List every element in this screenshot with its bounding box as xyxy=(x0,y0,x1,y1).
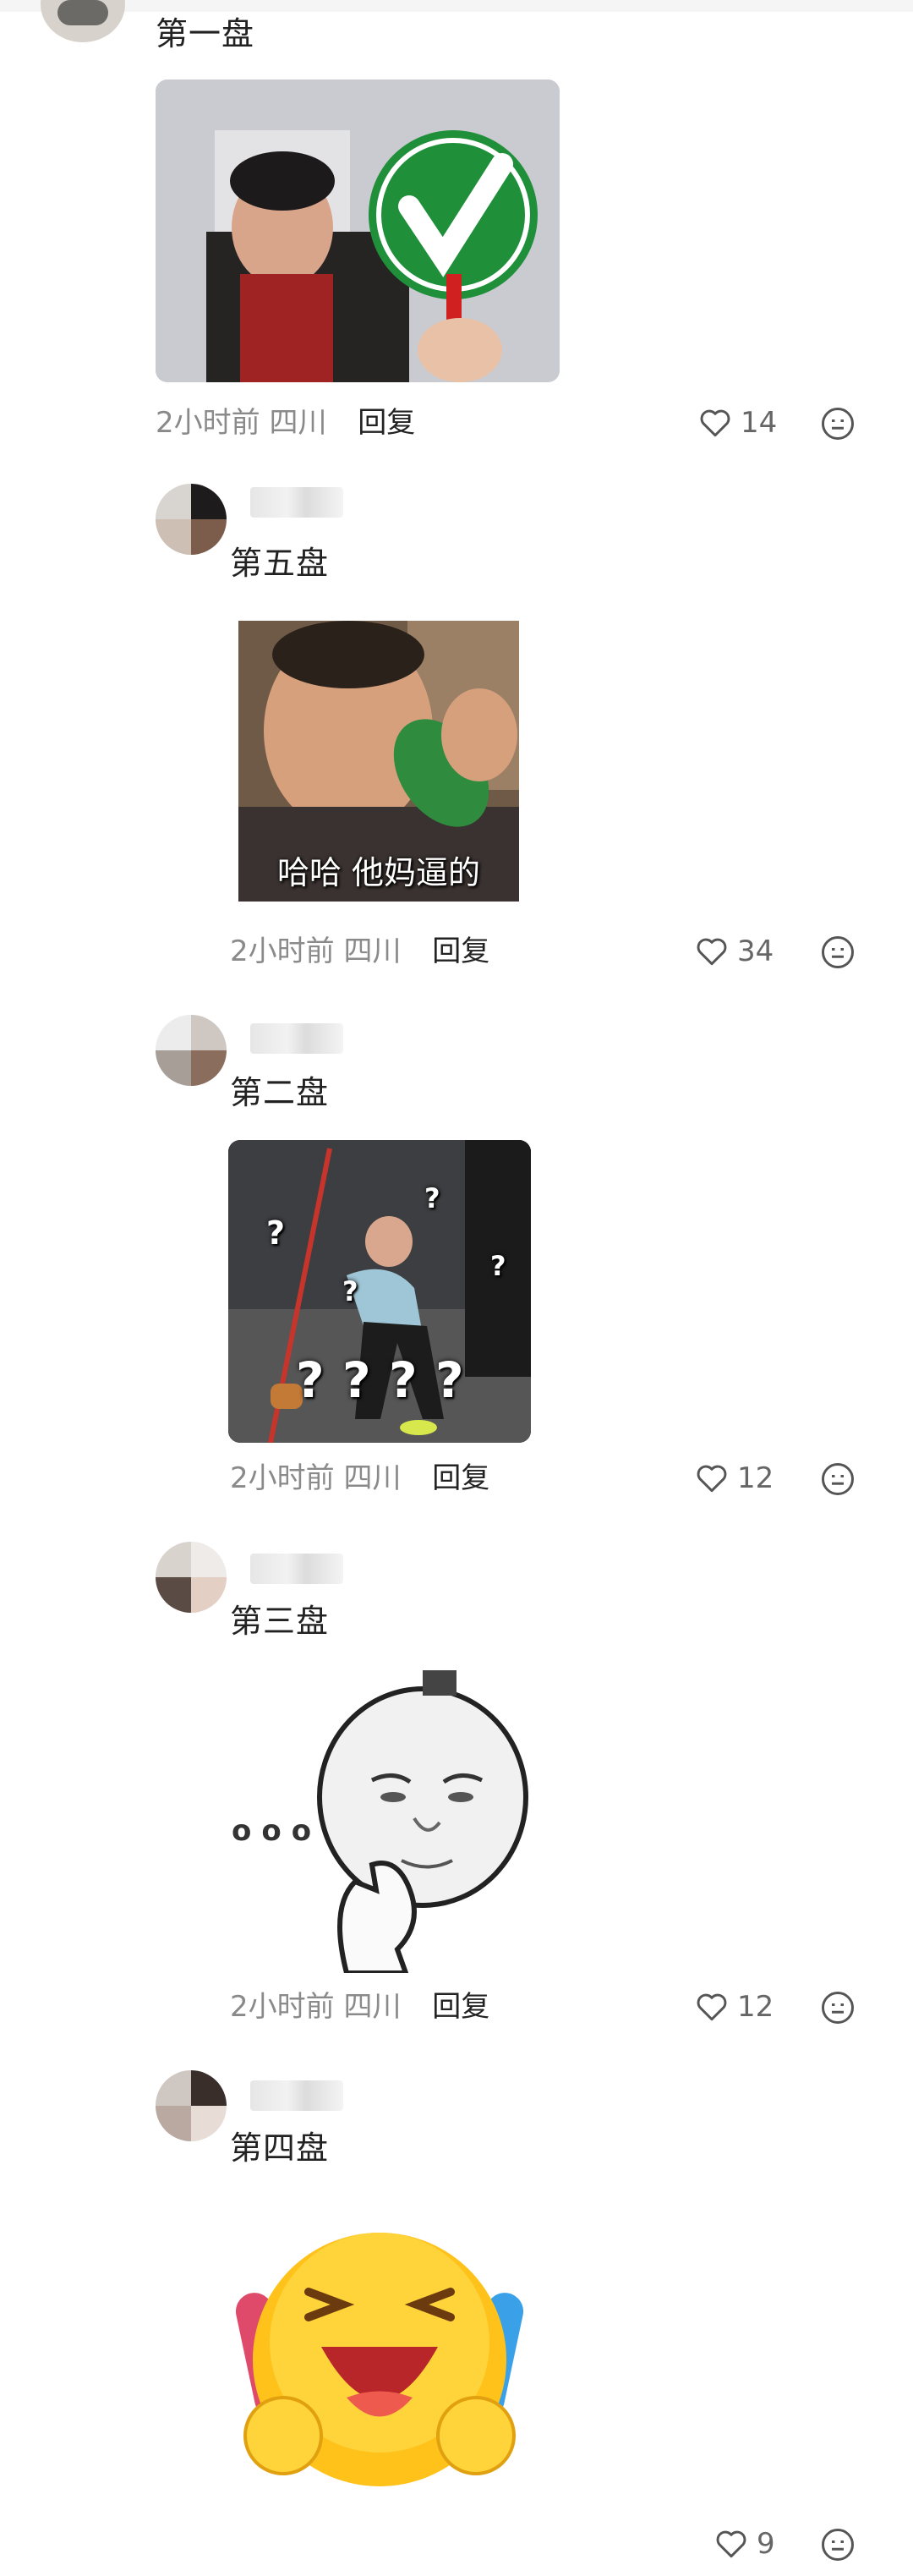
comment-4: 第三盘 ooo 2小时前 四川 回复 12 xyxy=(0,1535,913,2064)
comment-meta: 2小时前 四川 回复 xyxy=(230,934,489,968)
avatar[interactable] xyxy=(41,0,125,42)
comment-3: 第二盘 ? ? ? ? ? ? ? ? 2小时前 四川 回复 12 xyxy=(0,1006,913,1535)
comment-image[interactable] xyxy=(228,2199,531,2502)
like-count: 14 xyxy=(741,406,778,440)
reply-button[interactable]: 回复 xyxy=(432,1461,489,1495)
location-label: 四川 xyxy=(269,406,327,440)
comment-image[interactable]: ? ? ? ? ? ? ? ? xyxy=(228,1140,531,1443)
reply-button[interactable]: 回复 xyxy=(432,934,489,968)
face-menu-icon[interactable] xyxy=(820,2527,856,2562)
comment-2: 第五盘 哈哈 他妈逼的 2小时前 四川 回复 34 xyxy=(0,474,913,1006)
comment-text: 第五盘 xyxy=(230,545,330,582)
question-mark: ? xyxy=(435,1351,464,1409)
reply-button[interactable]: 回复 xyxy=(432,1990,489,2024)
face-menu-icon[interactable] xyxy=(820,934,856,970)
heart-outline-icon xyxy=(697,1465,727,1493)
comment-image[interactable]: 哈哈 他妈逼的 xyxy=(238,621,519,902)
comment-text: 第一盘 xyxy=(156,15,255,52)
username-blurred[interactable] xyxy=(250,1554,343,1584)
comment-meta: 2小时前 四川 回复 xyxy=(230,1461,489,1495)
face-menu-icon[interactable] xyxy=(820,406,856,441)
location-label: 四川 xyxy=(343,934,402,968)
location-label: 四川 xyxy=(343,1990,402,2024)
comment-text: 第三盘 xyxy=(230,1603,330,1640)
like-button[interactable]: 9 xyxy=(714,2527,775,2561)
question-mark: ? xyxy=(342,1351,371,1409)
question-mark: ? xyxy=(266,1214,286,1252)
like-button[interactable]: 12 xyxy=(695,1990,774,2024)
username-blurred[interactable] xyxy=(250,1023,343,1054)
face-menu-icon[interactable] xyxy=(820,1461,856,1497)
question-mark: ? xyxy=(424,1182,440,1214)
face-menu-icon[interactable] xyxy=(820,1990,856,2025)
question-mark: ? xyxy=(342,1275,358,1307)
heart-outline-icon xyxy=(716,2530,746,2558)
like-count: 12 xyxy=(737,1461,774,1495)
like-count: 9 xyxy=(757,2527,775,2561)
question-mark: ? xyxy=(389,1351,418,1409)
comment-text: 第四盘 xyxy=(230,2129,330,2167)
avatar[interactable] xyxy=(156,1542,227,1613)
avatar[interactable] xyxy=(156,2070,227,2141)
question-mark: ? xyxy=(296,1351,325,1409)
heart-outline-icon xyxy=(697,938,727,966)
question-mark: ? xyxy=(490,1250,506,1282)
time-label: 2小时前 xyxy=(156,406,260,440)
heart-outline-icon xyxy=(697,1993,727,2021)
avatar[interactable] xyxy=(156,484,227,555)
time-label: 2小时前 xyxy=(230,1461,335,1495)
image-caption: 哈哈 他妈逼的 xyxy=(276,854,481,891)
time-label: 2小时前 xyxy=(230,1990,335,2024)
comment-image[interactable]: ooo xyxy=(228,1670,531,1973)
comment-meta: 2小时前 四川 回复 xyxy=(156,406,415,440)
like-count: 12 xyxy=(737,1990,774,2024)
comment-5: 第四盘 9 xyxy=(0,2064,913,2576)
comment-meta: 2小时前 四川 回复 xyxy=(230,1990,489,2024)
avatar[interactable] xyxy=(156,1015,227,1086)
thought-dots: ooo xyxy=(232,1814,322,1848)
heart-outline-icon xyxy=(700,409,730,437)
comment-1: 第一盘 2小时前 四川 回复 14 xyxy=(0,0,913,474)
reply-button[interactable]: 回复 xyxy=(358,406,415,440)
username-blurred[interactable] xyxy=(250,2080,343,2111)
like-button[interactable]: 34 xyxy=(695,934,774,968)
time-label: 2小时前 xyxy=(230,934,335,968)
location-label: 四川 xyxy=(343,1461,402,1495)
comment-image[interactable] xyxy=(156,79,560,382)
like-button[interactable]: 14 xyxy=(698,406,777,440)
like-count: 34 xyxy=(737,934,774,968)
username-blurred[interactable] xyxy=(250,487,343,518)
like-button[interactable]: 12 xyxy=(695,1461,774,1495)
comment-text: 第二盘 xyxy=(230,1074,330,1111)
